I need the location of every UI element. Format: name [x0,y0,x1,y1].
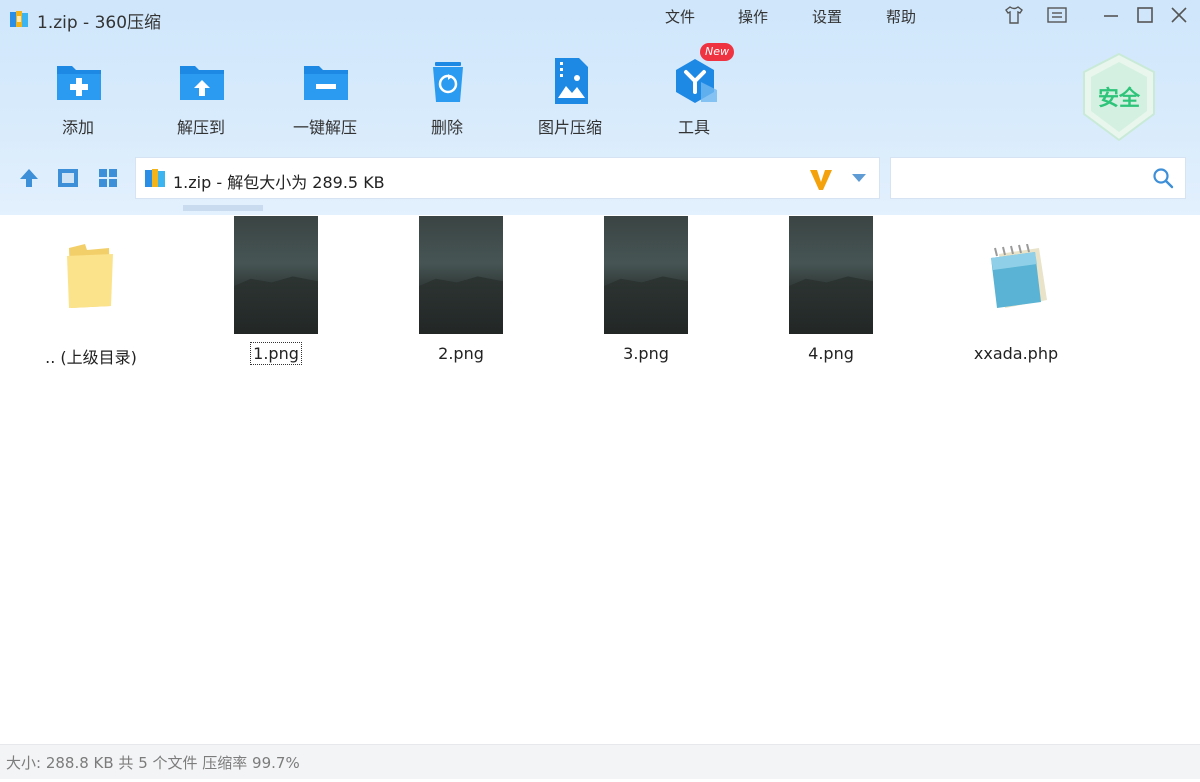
file-item-parent-folder[interactable]: .. (上级目录) [16,216,166,376]
grid-view-icon[interactable] [96,166,120,190]
add-button[interactable]: 添加 [18,52,138,142]
tools-label: 工具 [677,118,710,137]
folder-icon [67,244,113,308]
file-item-xxada-php[interactable]: xxada.php [941,216,1091,376]
security-shield-button[interactable]: 安全 [1080,52,1158,142]
folder-oneclick-icon [304,66,348,100]
new-badge: New [700,43,734,61]
file-item-4-png[interactable]: 4.png [756,216,906,376]
search-input[interactable] [897,166,1146,192]
address-text: 1.zip - 解包大小为 289.5 KB [173,173,385,192]
message-icon[interactable] [1046,4,1068,26]
maximize-icon[interactable] [1134,4,1156,26]
window-title: 1.zip - 360压缩 [37,13,162,33]
recycle-bin-icon [433,62,463,102]
image-compress-button[interactable]: 图片压缩 [510,52,630,142]
extract-to-button[interactable]: 解压到 [141,52,261,142]
notepad-file-icon [991,244,1047,308]
menu-help[interactable]: 帮助 [886,6,916,27]
image-compress-label: 图片压缩 [537,118,602,137]
close-icon[interactable] [1168,4,1190,26]
status-bar: 大小: 288.8 KB 共 5 个文件 压缩率 99.7% [0,744,1200,779]
folder-extract-icon [180,66,224,100]
menu-file[interactable]: 文件 [665,6,695,27]
header: 1.zip - 360压缩 文件 操作 设置 帮助 添加 解压到 一键解压 删除… [0,0,1200,215]
file-name: xxada.php [973,344,1059,363]
address-bar[interactable]: 1.zip - 解包大小为 289.5 KB [135,157,880,199]
add-label: 添加 [61,118,94,137]
search-icon[interactable] [1152,167,1174,189]
file-name: 2.png [438,344,484,363]
file-name: 3.png [623,344,669,363]
menu-operation[interactable]: 操作 [738,6,768,27]
file-item-2-png[interactable]: 2.png [386,216,536,376]
app-logo-icon [10,11,28,27]
folder-add-icon [57,66,101,100]
file-name: .. (上级目录) [45,348,137,367]
image-compress-icon [555,58,588,104]
up-arrow-icon[interactable] [17,166,41,190]
skin-icon[interactable] [1003,4,1025,26]
zip-file-icon [145,169,165,187]
image-thumbnail [419,216,503,334]
image-thumbnail [604,216,688,334]
delete-button[interactable]: 删除 [387,52,507,142]
tools-icon [676,59,717,103]
extract-to-label: 解压到 [176,118,225,137]
v-logo-icon[interactable] [808,166,834,192]
search-box[interactable] [890,157,1186,199]
one-click-extract-label: 一键解压 [292,118,357,137]
image-thumbnail [789,216,873,334]
tools-button[interactable]: 工具 [634,52,754,142]
chevron-down-icon[interactable] [851,172,867,184]
file-item-1-png[interactable]: 1.png [201,216,351,376]
address-tab-indicator [183,205,263,211]
menu-settings[interactable]: 设置 [812,6,842,27]
file-name: 1.png [250,342,302,365]
file-name: 4.png [808,344,854,363]
file-item-3-png[interactable]: 3.png [571,216,721,376]
delete-label: 删除 [430,118,463,137]
image-thumbnail [234,216,318,334]
security-label: 安全 [1098,86,1140,110]
detail-view-icon[interactable] [56,166,80,190]
one-click-extract-button[interactable]: 一键解压 [265,52,385,142]
minimize-icon[interactable] [1100,4,1122,26]
